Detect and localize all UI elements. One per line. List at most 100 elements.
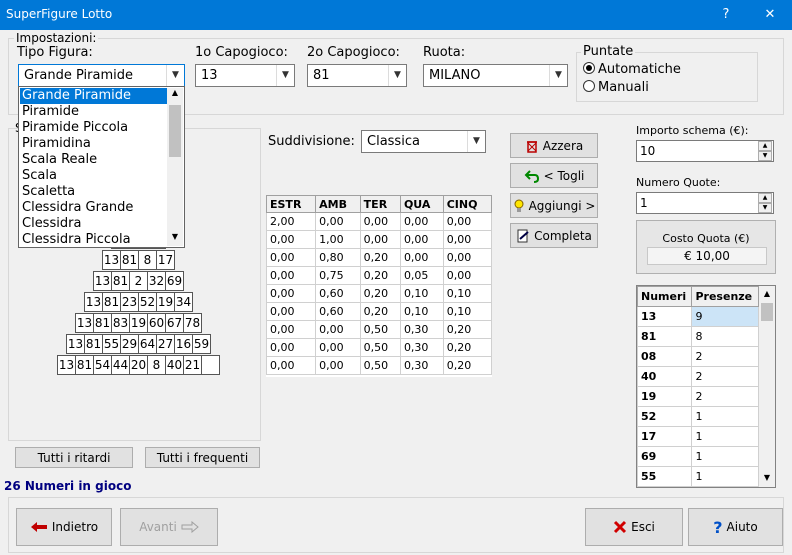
chevron-down-icon[interactable]: ▼ <box>467 131 485 152</box>
dropdown-option[interactable]: Clessidra <box>20 216 167 232</box>
table-row[interactable]: 13 9 <box>637 306 759 327</box>
pyramid-cell[interactable]: 83 <box>111 313 130 333</box>
table-cell[interactable]: 13 <box>637 306 693 327</box>
pyramid-cell[interactable]: 52 <box>138 292 157 312</box>
pyramid-cell[interactable]: 29 <box>120 334 139 354</box>
dropdown-option[interactable]: Clessidra Piccola <box>20 232 167 248</box>
scroll-up-icon[interactable]: ▲ <box>759 286 775 302</box>
scroll-up-icon[interactable]: ▲ <box>167 88 183 102</box>
suddivisione-select[interactable]: Classica ▼ <box>361 130 486 153</box>
pyramid-cell[interactable]: 78 <box>183 313 202 333</box>
dropdown-option[interactable]: Grande Piramide <box>20 88 167 104</box>
spin-down-icon[interactable]: ▼ <box>758 151 772 161</box>
pyramid-cell[interactable]: 81 <box>111 271 130 291</box>
scroll-down-icon[interactable]: ▼ <box>759 470 775 486</box>
importo-spinner[interactable]: 10 ▲ ▼ <box>636 140 774 162</box>
pyramid-cell[interactable]: 2 <box>129 271 148 291</box>
pyramid-cell[interactable]: 59 <box>192 334 211 354</box>
pyramid-cell[interactable]: 54 <box>93 355 112 375</box>
table-cell[interactable]: 9 <box>691 306 759 327</box>
table-cell[interactable]: 19 <box>637 386 693 407</box>
completa-button[interactable]: Completa <box>510 223 598 248</box>
pyramid-cell[interactable]: 13 <box>84 292 103 312</box>
table-row[interactable]: 19 2 <box>637 386 759 407</box>
esci-button[interactable]: Esci <box>585 508 683 546</box>
pyramid-cell[interactable]: 64 <box>138 334 157 354</box>
pyramid-cell[interactable]: 55 <box>102 334 121 354</box>
tipo-figura-dropdown[interactable]: Grande Piramide Piramide Piramide Piccola P… <box>18 86 185 248</box>
table-cell[interactable]: 1 <box>691 426 759 447</box>
pyramid-cell[interactable]: 32 <box>147 271 166 291</box>
pyramid-cell[interactable]: 13 <box>75 313 94 333</box>
puntate-manual-radio[interactable]: Manuali <box>583 80 649 95</box>
ruota-select[interactable]: MILANO ▼ <box>423 64 568 87</box>
pyramid-cell[interactable]: 81 <box>120 250 139 270</box>
dropdown-option[interactable]: Piramide Piccola <box>20 120 167 136</box>
pyramid-cell[interactable]: 8 <box>147 355 166 375</box>
table-cell[interactable]: 2 <box>691 366 759 387</box>
table-cell[interactable]: 17 <box>637 426 693 447</box>
scrollbar-thumb[interactable] <box>761 303 773 321</box>
table-row[interactable]: 55 1 <box>637 466 759 487</box>
pyramid-cell[interactable]: 23 <box>120 292 139 312</box>
table-cell[interactable]: 1 <box>691 446 759 467</box>
dropdown-option[interactable]: Piramide <box>20 104 167 120</box>
help-icon[interactable]: ? <box>706 3 746 27</box>
pyramid-cell[interactable]: 81 <box>93 313 112 333</box>
column-header[interactable]: Presenze <box>691 286 759 307</box>
table-cell[interactable]: 40 <box>637 366 693 387</box>
chevron-down-icon[interactable]: ▼ <box>388 65 406 86</box>
table-cell[interactable]: 2 <box>691 386 759 407</box>
table-row[interactable]: 08 2 <box>637 346 759 367</box>
pyramid-cell[interactable]: 17 <box>156 250 175 270</box>
numbers-table-wrap[interactable]: Numeri Presenze 13 9 81 8 08 2 40 2 19 2 52 1 17 1 69 1 5… <box>636 285 776 488</box>
table-row[interactable]: 40 2 <box>637 366 759 387</box>
chevron-down-icon[interactable]: ▼ <box>549 65 567 86</box>
spin-up-icon[interactable]: ▲ <box>758 141 772 151</box>
scrollbar[interactable]: ▲ ▼ <box>759 286 775 487</box>
pyramid-cell[interactable]: 16 <box>174 334 193 354</box>
quote-spinner[interactable]: 1 ▲ ▼ <box>636 192 774 214</box>
tutti-frequenti-button[interactable]: Tutti i frequenti <box>145 447 260 468</box>
togli-button[interactable]: < Togli <box>510 163 598 188</box>
table-cell[interactable]: 2 <box>691 346 759 367</box>
table-cell[interactable]: 69 <box>637 446 693 467</box>
table-row[interactable]: 69 1 <box>637 446 759 467</box>
pyramid-cell[interactable]: 34 <box>174 292 193 312</box>
table-cell[interactable]: 1 <box>691 466 759 487</box>
aggiungi-button[interactable]: Aggiungi > <box>510 193 598 218</box>
table-row[interactable]: 17 1 <box>637 426 759 447</box>
pyramid-cell[interactable]: 13 <box>57 355 76 375</box>
capogioco1-select[interactable]: 13 ▼ <box>195 64 295 87</box>
pyramid-cell[interactable]: 81 <box>84 334 103 354</box>
pyramid-cell[interactable]: 19 <box>156 292 175 312</box>
dropdown-option[interactable]: Scala <box>20 168 167 184</box>
pyramid-cell[interactable]: 13 <box>93 271 112 291</box>
pyramid-cell[interactable]: 67 <box>165 313 184 333</box>
table-cell[interactable]: 55 <box>637 466 693 487</box>
pyramid-cell[interactable]: 69 <box>165 271 184 291</box>
table-cell[interactable]: 8 <box>691 326 759 347</box>
table-cell[interactable]: 1 <box>691 406 759 427</box>
pyramid-cell[interactable]: 81 <box>102 292 121 312</box>
dropdown-option[interactable]: Clessidra Grande <box>20 200 167 216</box>
aiuto-button[interactable]: ? Aiuto <box>688 508 783 546</box>
radio-unchecked-icon[interactable] <box>583 80 595 92</box>
capogioco2-select[interactable]: 81 ▼ <box>307 64 407 87</box>
radio-checked-icon[interactable] <box>583 62 595 74</box>
azzera-button[interactable]: Azzera <box>510 133 598 158</box>
pyramid-cell[interactable]: 13 <box>102 250 121 270</box>
pyramid-cell[interactable]: 19 <box>129 313 148 333</box>
tutti-ritardi-button[interactable]: Tutti i ritardi <box>15 447 133 468</box>
dropdown-scrollbar-thumb[interactable] <box>169 105 181 157</box>
table-row[interactable]: 52 1 <box>637 406 759 427</box>
tipo-figura-select[interactable]: Grande Piramide ▼ <box>18 64 185 87</box>
chevron-down-icon[interactable]: ▼ <box>166 65 184 86</box>
pyramid-cell[interactable]: 20 <box>129 355 148 375</box>
dropdown-option[interactable]: Scala Reale <box>20 152 167 168</box>
spin-up-icon[interactable]: ▲ <box>758 193 772 203</box>
pyramid-cell[interactable]: 60 <box>147 313 166 333</box>
scroll-down-icon[interactable]: ▼ <box>167 232 183 246</box>
chevron-down-icon[interactable]: ▼ <box>276 65 294 86</box>
table-cell[interactable]: 08 <box>637 346 693 367</box>
